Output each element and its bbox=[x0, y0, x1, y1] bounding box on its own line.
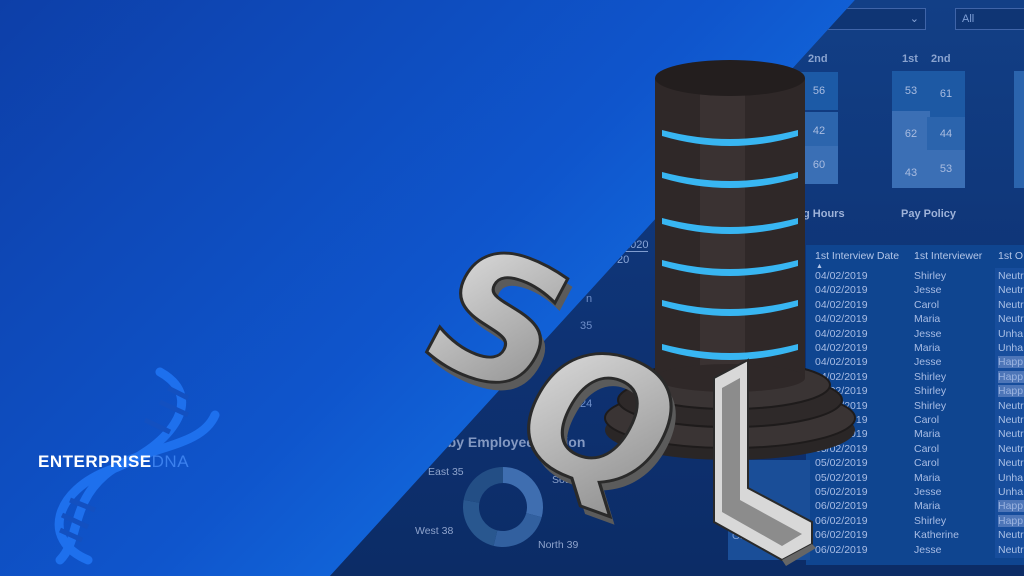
banner: ⌄ All 2nd 56 42 60 g Hours 1st 2nd 53 61… bbox=[0, 0, 1024, 576]
sql-3d-text: S S Q Q bbox=[389, 208, 816, 566]
